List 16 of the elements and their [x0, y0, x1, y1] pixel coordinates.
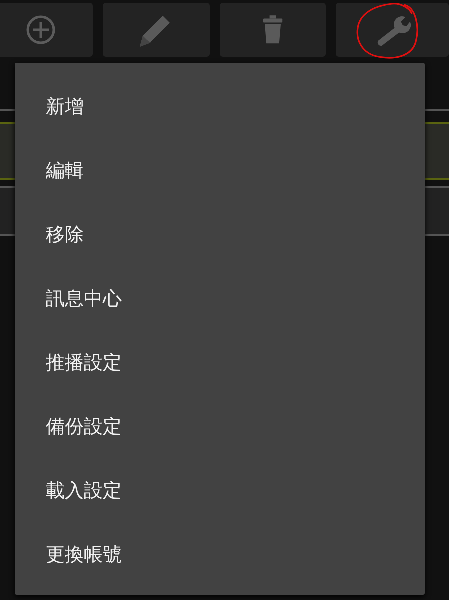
pencil-button[interactable]	[102, 3, 210, 57]
menu-item[interactable]: 載入設定	[15, 459, 425, 523]
menu-item[interactable]: 更換帳號	[15, 523, 425, 587]
wrench-icon	[378, 16, 411, 46]
menu-item[interactable]: 新增	[15, 75, 425, 139]
menu-item[interactable]: 推播設定	[15, 331, 425, 395]
trash-can-icon	[263, 16, 283, 44]
menu-item[interactable]: 備份設定	[15, 395, 425, 459]
add-button[interactable]	[0, 3, 93, 57]
menu-item[interactable]: 訊息中心	[15, 267, 425, 331]
menu-item[interactable]: 移除	[15, 203, 425, 267]
pencil-icon	[140, 16, 170, 47]
trash-can-button[interactable]	[220, 3, 326, 57]
add-icon	[27, 16, 56, 44]
menu-item[interactable]: 編輯	[15, 139, 425, 203]
wrench-button[interactable]	[336, 3, 449, 57]
